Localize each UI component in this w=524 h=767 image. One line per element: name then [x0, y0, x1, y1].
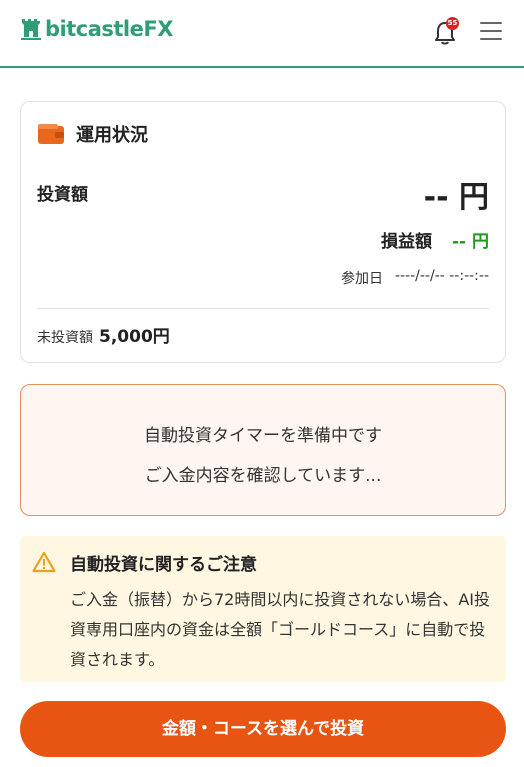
app-header: bitcastleFX 55: [0, 0, 524, 68]
investment-status-card: 運用状況 投資額 -- 円 損益額 -- 円 参加日 ----/--/-- --…: [20, 101, 506, 363]
card-title: 運用状況: [76, 125, 148, 146]
profit-loss-row: 損益額 -- 円: [381, 227, 489, 252]
investment-amount-value: -- 円: [423, 180, 489, 215]
hamburger-menu-icon[interactable]: [480, 22, 502, 42]
deposit-check-text: ご入金内容を確認しています...: [144, 466, 382, 486]
warning-icon: [32, 551, 56, 573]
profit-loss-label: 損益額: [380, 232, 432, 252]
join-date-row: 参加日 ----/--/-- --:--:--: [341, 268, 489, 288]
notice-body: ご入金（振替）から72時間以内に投資されない場合、AI投資専用口座内の資金は全額…: [70, 590, 491, 669]
uninvested-value: 5,000円: [99, 327, 170, 347]
select-amount-course-button[interactable]: 金額・コースを選んで投資: [20, 701, 506, 757]
logo[interactable]: bitcastleFX: [20, 17, 173, 41]
uninvested-label: 未投資額: [37, 330, 93, 346]
castle-logo-icon: [21, 19, 41, 40]
uninvested-row: 未投資額 5,000円: [37, 322, 170, 347]
auto-invest-timer-box: 自動投資タイマーを準備中です ご入金内容を確認しています...: [20, 384, 506, 516]
notification-badge: 55: [446, 17, 459, 30]
card-header: 運用状況: [38, 121, 148, 147]
timer-status-text: 自動投資タイマーを準備中です: [144, 426, 382, 446]
join-date-label: 参加日: [340, 271, 383, 287]
auto-invest-notice: 自動投資に関するご注意 ご入金（振替）から72時間以内に投資されない場合、AI投…: [20, 536, 506, 682]
join-date-value: ----/--/-- --:--:--: [394, 268, 489, 284]
divider: [37, 308, 489, 309]
notice-title: 自動投資に関するご注意: [70, 555, 257, 575]
wallet-icon: [38, 124, 64, 144]
profit-loss-value: -- 円: [451, 232, 489, 252]
logo-text: bitcastleFX: [45, 17, 173, 41]
investment-amount-label: 投資額: [37, 185, 88, 205]
